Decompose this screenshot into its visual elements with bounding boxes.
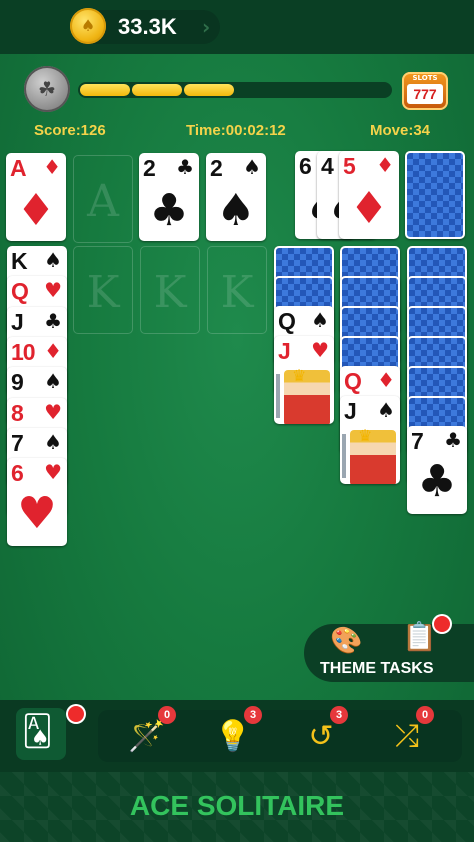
card-suit-icon: ♦ bbox=[44, 338, 62, 363]
card-pip-icon: ♣ bbox=[417, 456, 457, 507]
card-pip-icon: ♥ bbox=[17, 488, 57, 540]
slot-label: K bbox=[153, 267, 187, 318]
slot-label: K bbox=[220, 267, 254, 318]
card-suit-icon: ♥ bbox=[44, 460, 62, 485]
card-rank: 4 bbox=[321, 153, 334, 179]
empty-pile-slot[interactable]: K bbox=[207, 246, 267, 334]
slots-button[interactable]: SLOTS 777 bbox=[402, 72, 448, 110]
slots-label: SLOTS bbox=[412, 74, 438, 82]
card-rank: J bbox=[11, 308, 24, 335]
playing-card[interactable]: A ♦ ♦ bbox=[6, 153, 66, 241]
card-rank: 7 bbox=[11, 429, 24, 456]
notification-dot bbox=[434, 616, 450, 632]
empty-pile-slot[interactable]: K bbox=[140, 246, 200, 334]
slot-label: K bbox=[86, 267, 120, 318]
lightbulb-icon: 💡 bbox=[214, 719, 252, 754]
timer-text: Time:00:02:12 bbox=[186, 122, 286, 139]
playing-card[interactable]: J ♥ ♛ bbox=[274, 336, 334, 424]
face-card-art: ♛ bbox=[276, 366, 330, 424]
card-rank: Q bbox=[11, 278, 29, 305]
card-suit-icon: ♠ bbox=[44, 429, 62, 454]
card-suit-icon: ♣ bbox=[444, 428, 462, 452]
empty-pile-slot[interactable]: K bbox=[73, 246, 133, 334]
playing-card[interactable]: 2 ♠ ♠ bbox=[206, 153, 266, 241]
card-rank: 6 bbox=[299, 153, 312, 179]
game-title: ACE SOLITAIRE bbox=[129, 790, 345, 821]
card-pip-icon: ♦ bbox=[16, 185, 56, 236]
deck-style-button[interactable]: 🂡 bbox=[16, 708, 66, 760]
card-back[interactable] bbox=[405, 151, 465, 239]
card-rank: K bbox=[11, 248, 28, 274]
playing-card[interactable]: 7 ♣ ♣ bbox=[407, 426, 467, 514]
coin-icon: ♠ bbox=[70, 8, 106, 44]
card-rank: Q bbox=[344, 368, 362, 394]
undo-icon: ↺ bbox=[308, 719, 334, 754]
card-rank: 8 bbox=[11, 399, 24, 426]
card-rank: 2 bbox=[143, 155, 156, 181]
card-pip-icon: ♠ bbox=[216, 185, 256, 236]
card-rank: J bbox=[344, 398, 357, 424]
slot-label: A bbox=[87, 176, 119, 227]
moves-text: Move:34 bbox=[370, 122, 431, 139]
card-rank: J bbox=[278, 338, 291, 364]
progress-segment bbox=[184, 84, 234, 96]
card-rank: 6 bbox=[11, 460, 24, 487]
playing-card[interactable]: 2 ♣ ♣ bbox=[139, 153, 199, 241]
card-suit-icon: ♥ bbox=[311, 338, 329, 362]
playing-card[interactable]: 6 ♥ ♥ bbox=[7, 458, 67, 547]
chevron-right-icon[interactable]: › bbox=[202, 15, 210, 39]
card-rank: 5 bbox=[343, 153, 356, 179]
card-rank: 10 bbox=[11, 338, 36, 365]
playing-card[interactable]: J ♠ ♛ bbox=[340, 396, 400, 484]
card-suit-icon: ♦ bbox=[43, 155, 61, 179]
playing-card[interactable]: 5 ♦ ♦ bbox=[339, 151, 399, 239]
palette-icon: 🎨 bbox=[330, 626, 363, 656]
card-suit-icon: ♣ bbox=[44, 308, 62, 333]
magic-wand-icon: 🪄 bbox=[128, 719, 166, 754]
task-list-icon: 📋 bbox=[402, 620, 437, 653]
card-rank: A bbox=[10, 155, 27, 181]
card-suit-icon: ♠ bbox=[44, 369, 62, 394]
progress-segment bbox=[132, 84, 182, 96]
magic-count: 0 bbox=[158, 706, 176, 724]
card-suit-icon: ♥ bbox=[44, 399, 62, 424]
progress-segment bbox=[80, 84, 130, 96]
hint-count: 3 bbox=[244, 706, 262, 724]
level-badge-icon[interactable]: ☘ bbox=[24, 66, 70, 112]
shuffle-count: 0 bbox=[416, 706, 434, 724]
card-suit-icon: ♦ bbox=[376, 153, 394, 177]
coin-balance: 33.3K bbox=[118, 14, 177, 39]
cards-icon: 🂡 bbox=[22, 714, 53, 749]
card-suit-icon: ♥ bbox=[44, 278, 62, 303]
card-suit-icon: ♦ bbox=[377, 368, 395, 392]
card-rank: 2 bbox=[210, 155, 223, 181]
card-pip-icon: ♣ bbox=[149, 185, 189, 236]
notification-dot bbox=[68, 706, 84, 722]
card-suit-icon: ♠ bbox=[243, 155, 261, 179]
theme-tasks-button[interactable]: 🎨 📋 THEME TASKS bbox=[304, 620, 474, 682]
solitaire-screen: ♠ 33.3K › ☘ SLOTS 777 Score:126 Time:00:… bbox=[0, 0, 474, 842]
face-card-art: ♛ bbox=[342, 426, 396, 484]
card-rank: Q bbox=[278, 308, 296, 334]
score-text: Score:126 bbox=[34, 122, 106, 139]
card-suit-icon: ♠ bbox=[311, 308, 329, 332]
card-suit-icon: ♠ bbox=[44, 248, 62, 272]
shuffle-icon: ⤮ bbox=[395, 719, 419, 754]
undo-count: 3 bbox=[330, 706, 348, 724]
card-suit-icon: ♠ bbox=[377, 398, 395, 422]
card-rank: 9 bbox=[11, 369, 24, 396]
card-suit-icon: ♣ bbox=[176, 155, 194, 179]
theme-tasks-label: THEME TASKS bbox=[320, 660, 434, 677]
card-pip-icon: ♦ bbox=[349, 183, 389, 234]
slots-value: 777 bbox=[407, 84, 443, 104]
empty-pile-slot[interactable]: A bbox=[73, 155, 133, 243]
card-rank: 7 bbox=[411, 428, 424, 454]
